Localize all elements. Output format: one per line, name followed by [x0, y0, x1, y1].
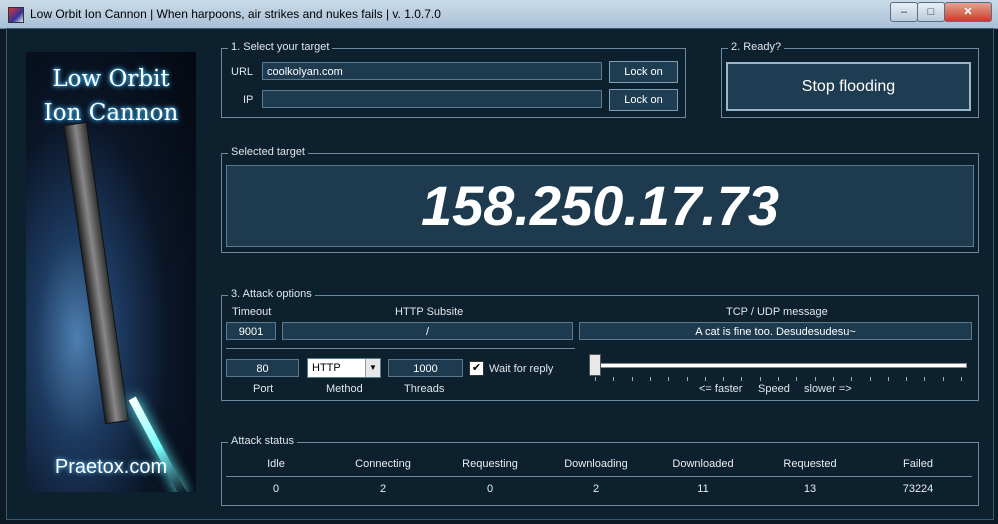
- slider-tick: [686, 377, 688, 381]
- lock-ip-button[interactable]: Lock on: [609, 89, 678, 111]
- port-label: Port: [253, 383, 274, 395]
- threads-input[interactable]: 1000: [388, 359, 463, 377]
- status-header: Failed: [903, 458, 933, 470]
- status-header: Idle: [267, 458, 285, 470]
- loic-banner: Low Orbit Ion Cannon Praetox.com: [26, 52, 196, 492]
- slider-tick: [668, 377, 670, 381]
- slider-tick: [723, 377, 725, 381]
- method-label: Method: [326, 383, 363, 395]
- banner-title-line2: Ion Cannon: [43, 100, 179, 126]
- chevron-down-icon[interactable]: ▼: [365, 359, 380, 377]
- slider-tick: [887, 377, 889, 381]
- message-input[interactable]: A cat is fine too. Desudesudesu~: [579, 322, 972, 340]
- status-value: 11: [697, 483, 709, 495]
- banner-title-line1: Low Orbit: [52, 66, 170, 92]
- slower-label: slower =>: [804, 383, 852, 395]
- status-value: 0: [486, 483, 494, 495]
- url-input[interactable]: coolkolyan.com: [262, 62, 602, 80]
- slider-tick: [613, 377, 615, 381]
- ip-label: IP: [243, 94, 254, 106]
- stop-flooding-button[interactable]: Stop flooding: [726, 62, 971, 111]
- slider-tick: [832, 377, 834, 381]
- status-header: Downloaded: [672, 458, 734, 470]
- slider-tick: [924, 377, 926, 381]
- slider-tick: [778, 377, 779, 381]
- window-title: Low Orbit Ion Cannon | When harpoons, ai…: [30, 7, 441, 21]
- subsite-label: HTTP Subsite: [395, 306, 464, 318]
- cannon-illustration: [63, 121, 129, 425]
- slider-tick: [906, 377, 908, 381]
- banner-site: Praetox.com: [54, 456, 168, 478]
- status-header: Connecting: [355, 458, 411, 470]
- port-input[interactable]: 80: [226, 359, 299, 377]
- slider-tick: [869, 377, 871, 381]
- maximize-button[interactable]: □: [917, 2, 945, 22]
- selected-target-label: Selected target: [228, 146, 308, 158]
- method-select[interactable]: HTTP ▼: [307, 358, 381, 378]
- method-value: HTTP: [312, 362, 341, 374]
- slider-tick: [851, 377, 853, 381]
- faster-label: <= faster: [699, 383, 743, 395]
- speed-slider-thumb[interactable]: [589, 354, 601, 376]
- status-value: 73224: [902, 483, 934, 495]
- attack-status-group: Attack status: [221, 435, 979, 506]
- minimize-button[interactable]: –: [890, 2, 918, 22]
- app-icon: [8, 7, 24, 23]
- status-value: 13: [803, 483, 817, 495]
- message-label: TCP / UDP message: [726, 306, 828, 318]
- timeout-label: Timeout: [232, 306, 272, 318]
- options-divider: [226, 348, 575, 349]
- url-label: URL: [231, 66, 254, 78]
- slider-tick: [704, 377, 706, 381]
- subsite-input[interactable]: /: [282, 322, 573, 340]
- speed-label: Speed: [758, 383, 790, 395]
- wait-for-reply-checkbox[interactable]: ✔: [469, 361, 484, 376]
- slider-tick: [814, 377, 816, 381]
- slider-tick: [759, 377, 761, 381]
- status-divider: [226, 476, 972, 477]
- status-value: 2: [592, 483, 600, 495]
- speed-slider-track[interactable]: [593, 363, 967, 368]
- status-value: 2: [379, 483, 387, 495]
- ready-group-label: 2. Ready?: [728, 41, 785, 53]
- slider-tick: [595, 377, 596, 381]
- slider-tick: [649, 377, 651, 381]
- slider-tick: [961, 377, 962, 381]
- close-button[interactable]: ✕: [944, 2, 992, 22]
- wait-for-reply-label: Wait for reply: [489, 363, 554, 375]
- selected-target-ip: 158.250.17.73: [226, 165, 974, 247]
- attack-options-label: 3. Attack options: [228, 288, 315, 300]
- slider-tick: [796, 377, 798, 381]
- target-group-label: 1. Select your target: [228, 41, 333, 53]
- status-header: Downloading: [564, 458, 628, 470]
- lock-url-button[interactable]: Lock on: [609, 61, 678, 83]
- slider-tick: [631, 377, 633, 381]
- threads-label: Threads: [404, 383, 445, 395]
- slider-tick: [741, 377, 743, 381]
- status-header: Requesting: [462, 458, 518, 470]
- status-value: 0: [272, 483, 280, 495]
- attack-status-label: Attack status: [228, 435, 297, 447]
- title-bar: Low Orbit Ion Cannon | When harpoons, ai…: [0, 0, 998, 29]
- ip-input[interactable]: [262, 90, 602, 108]
- status-header: Requested: [783, 458, 837, 470]
- slider-tick: [942, 377, 944, 381]
- timeout-input[interactable]: 9001: [226, 322, 276, 340]
